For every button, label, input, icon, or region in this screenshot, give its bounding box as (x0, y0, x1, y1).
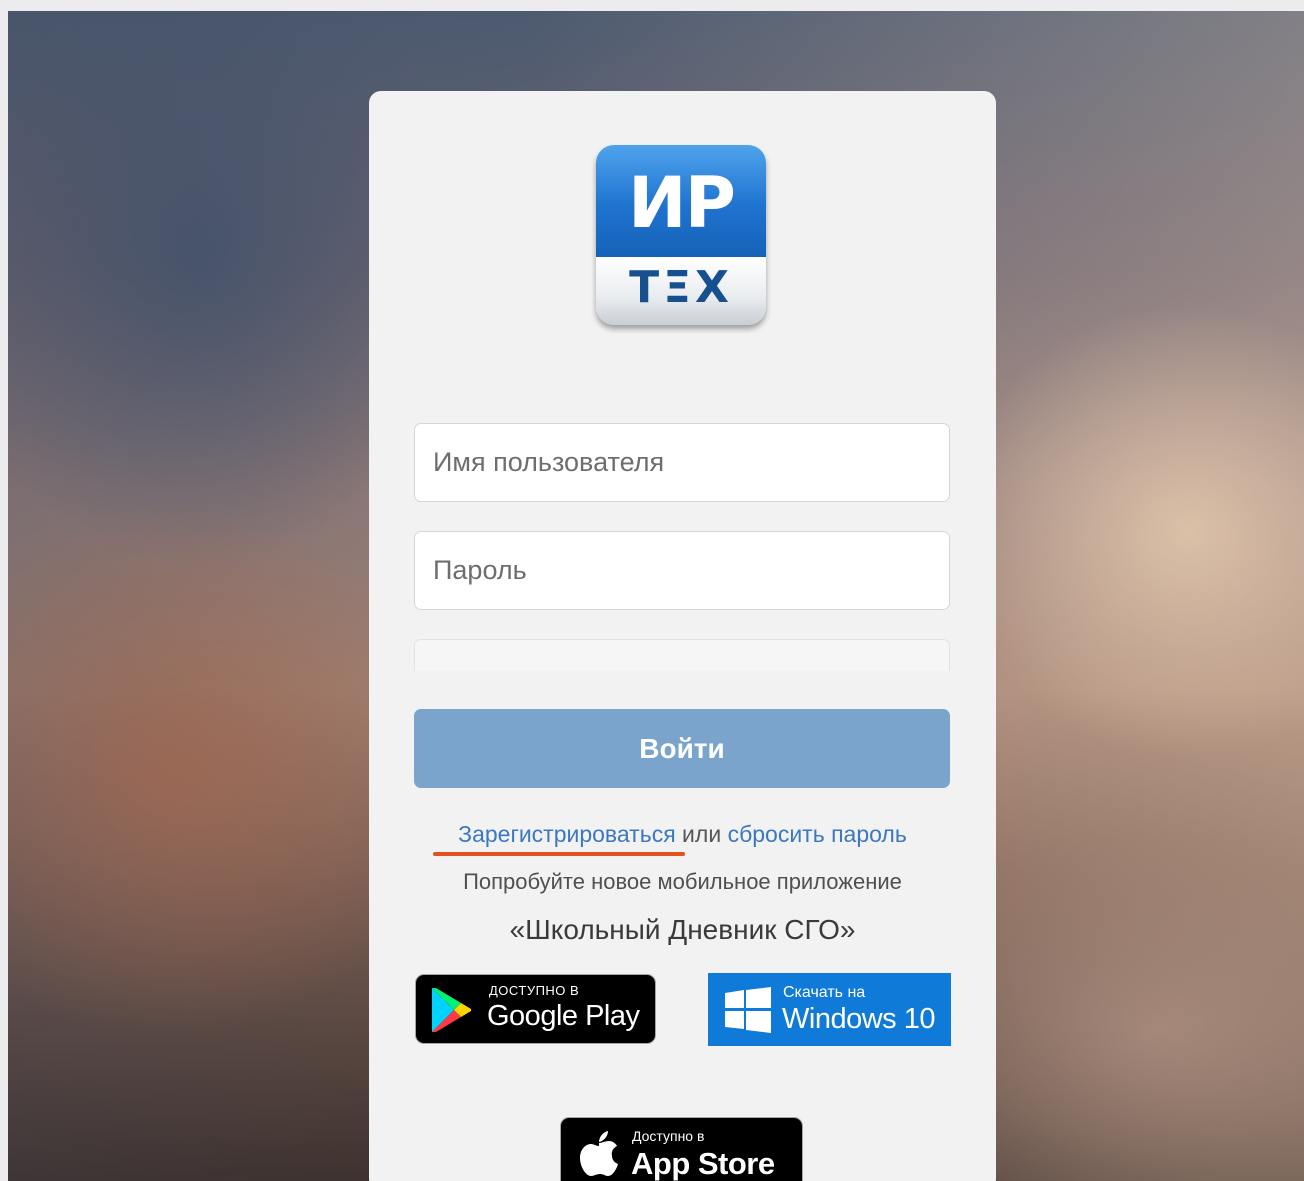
app-store-small-text: Доступно в (632, 1128, 705, 1144)
promo-text: Попробуйте новое мобильное приложение (463, 869, 902, 894)
app-store-badge[interactable]: Доступно в App Store (560, 1117, 803, 1181)
logo-top: ИР (596, 145, 766, 257)
google-play-icon (432, 988, 471, 1032)
google-play-badge[interactable]: доступно в Google Play (415, 974, 656, 1044)
links-separator: или (682, 821, 722, 847)
logo-top-text: ИР (628, 162, 736, 244)
apple-icon (580, 1131, 618, 1176)
windows-icon (725, 987, 771, 1033)
logo-bottom-text: ТΞХ (629, 262, 733, 313)
windows-store-badge[interactable]: Скачать на Windows 10 (708, 973, 951, 1046)
windows-small-text: Скачать на (783, 984, 866, 1001)
windows-label: Windows 10 (782, 1003, 935, 1035)
captcha-area (414, 639, 950, 671)
logo-bottom: ТΞХ (596, 257, 766, 325)
login-button[interactable]: Войти (414, 709, 950, 788)
account-links: Зарегистрироваться или сбросить пароль (369, 819, 996, 849)
register-highlight-underline (433, 852, 685, 856)
app-store-label: App Store (631, 1146, 775, 1181)
google-play-small-text: доступно в (489, 983, 580, 998)
password-input[interactable] (414, 531, 950, 610)
reset-password-link[interactable]: сбросить пароль (728, 821, 907, 847)
username-input[interactable] (414, 423, 950, 502)
google-play-label: Google Play (487, 1000, 640, 1032)
login-card: ИР ТΞХ Войти Зарегистрироваться или сбро… (369, 91, 996, 1181)
promo-app-name: «Школьный Дневник СГО» (509, 914, 856, 945)
irtech-logo: ИР ТΞХ (596, 145, 766, 325)
register-link[interactable]: Зарегистрироваться (458, 821, 675, 847)
